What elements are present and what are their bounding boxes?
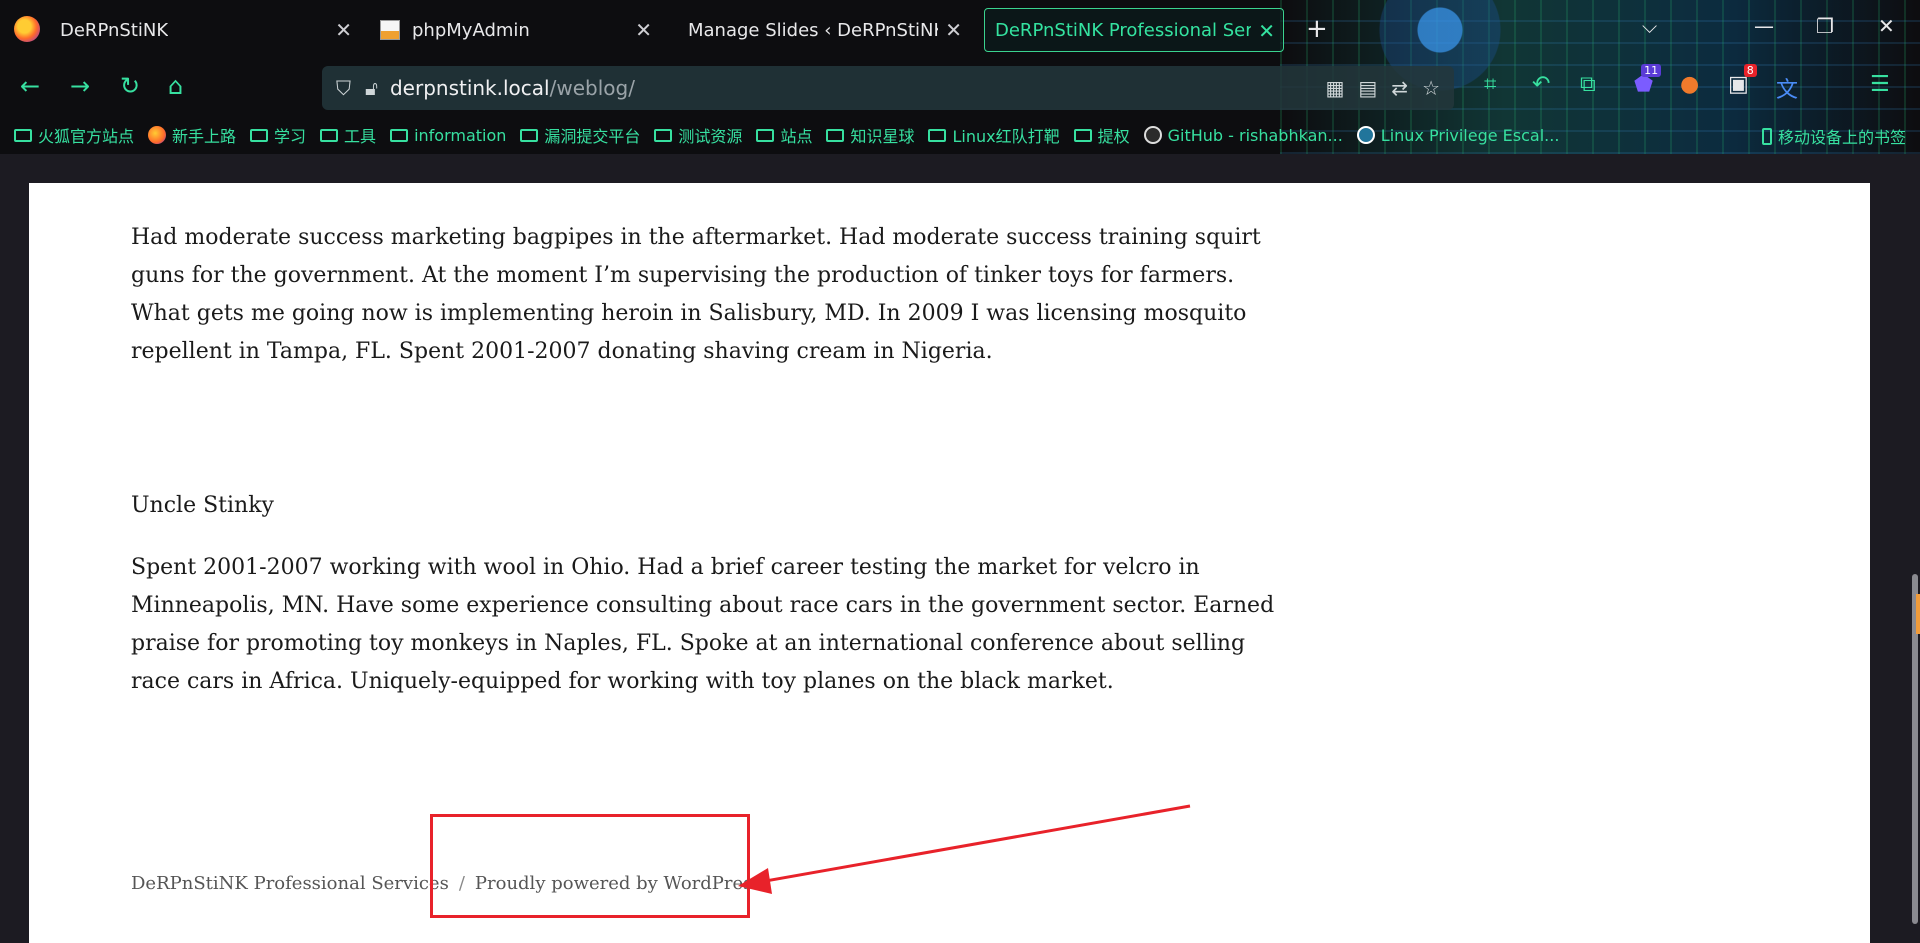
annotation-arrow: [738, 804, 1191, 894]
annotation-arrow-head: [738, 868, 772, 894]
annotation-arrow-shaft: [759, 804, 1191, 884]
